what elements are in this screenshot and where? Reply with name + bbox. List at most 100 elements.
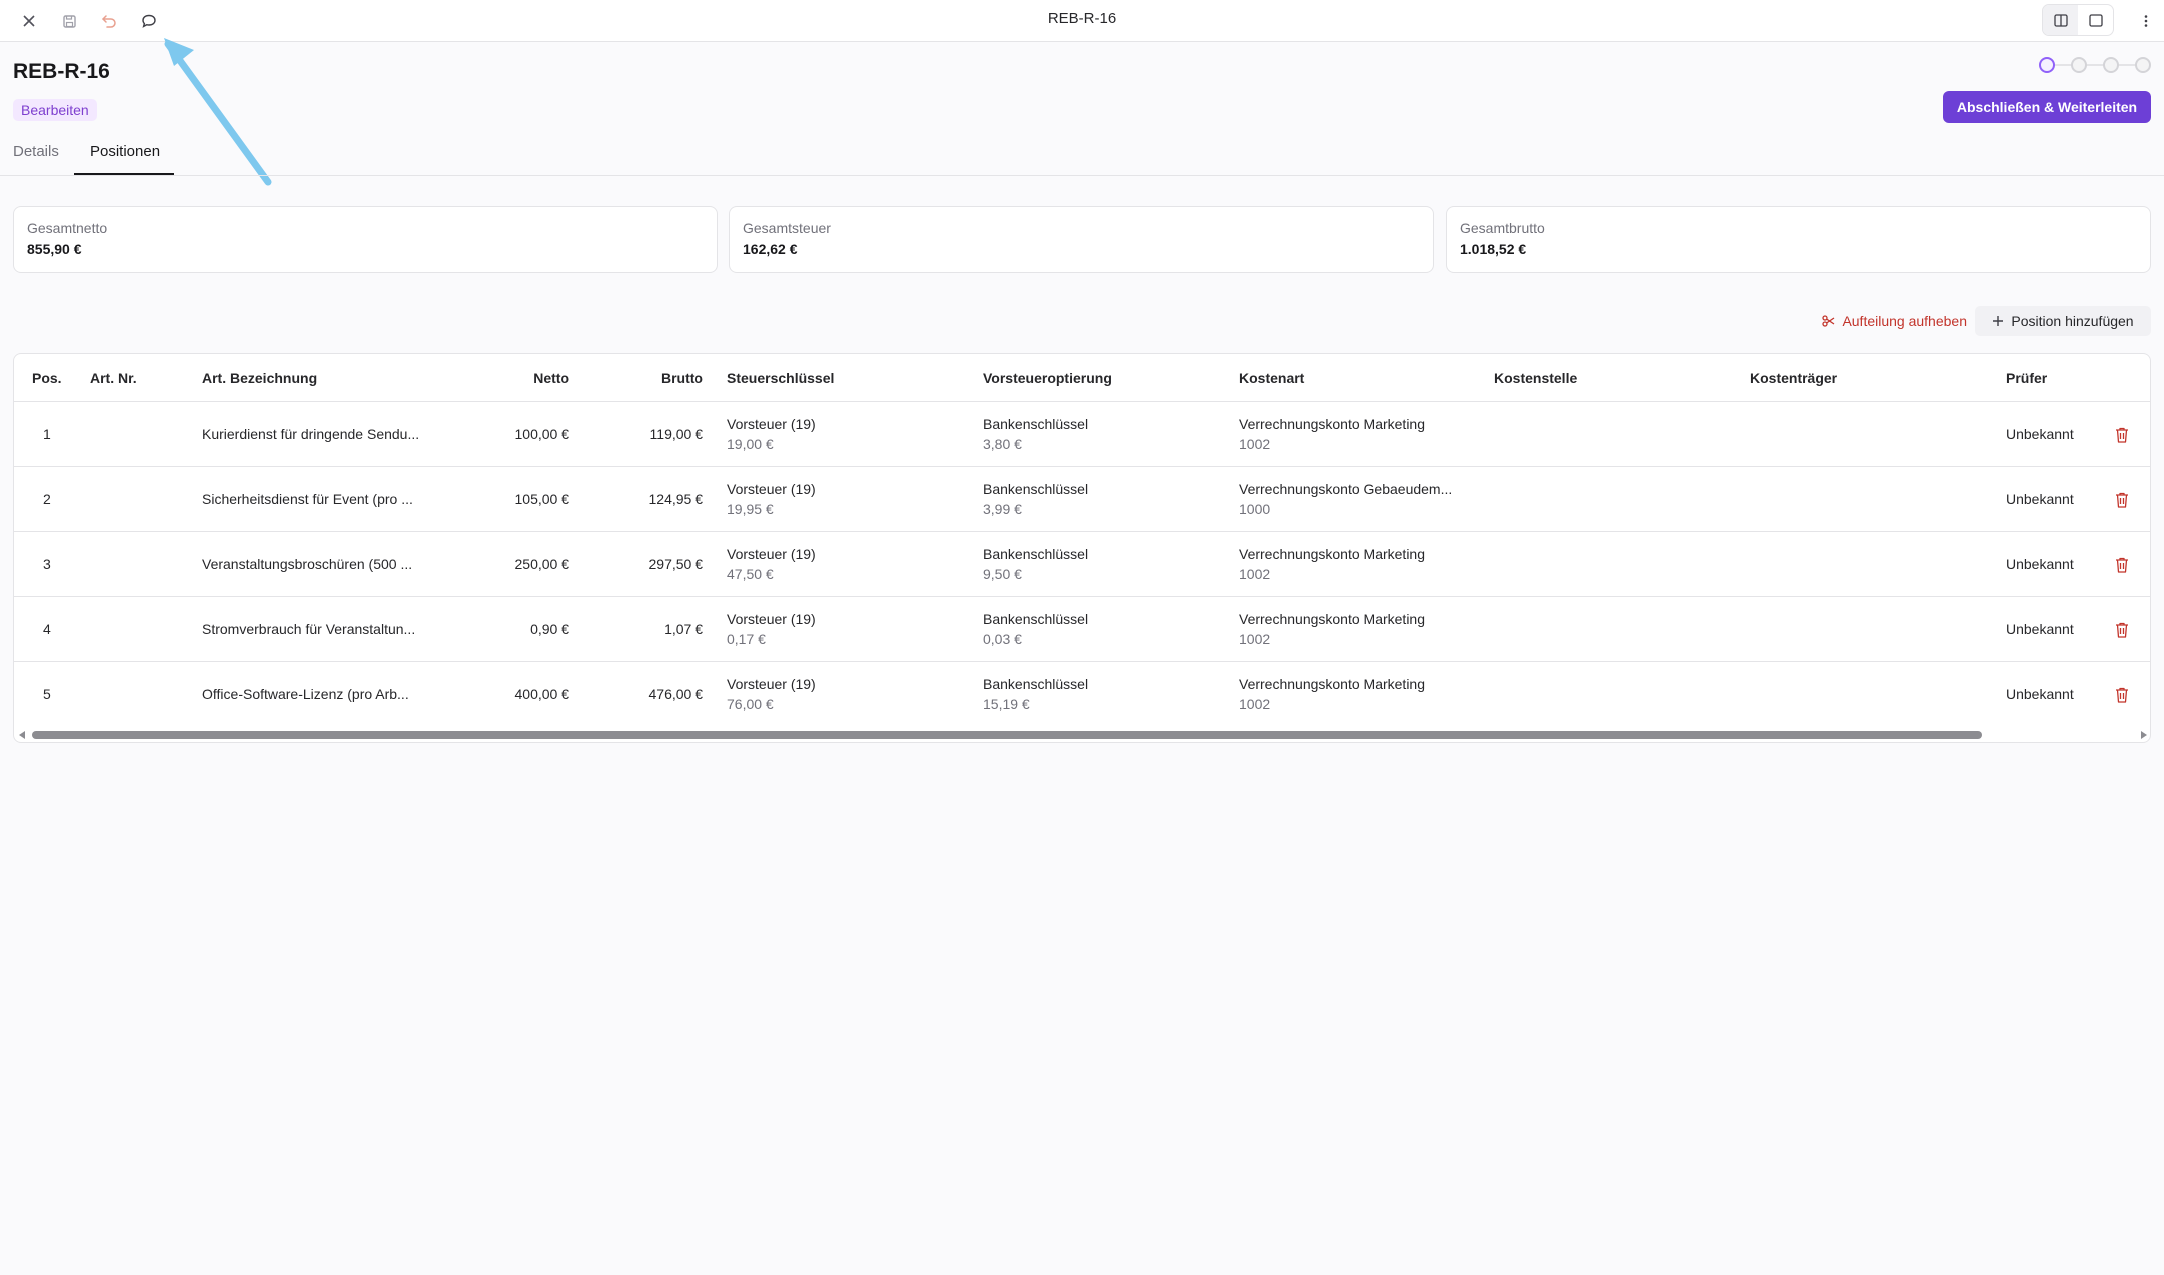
cell-vorsteueroptierung[interactable]: Bankenschlüssel 15,19 € xyxy=(983,676,1088,712)
table-row[interactable]: 3 Veranstaltungsbroschüren (500 ... 250,… xyxy=(14,532,2150,597)
cost-type-number: 1002 xyxy=(1239,631,1271,647)
cell-steuerschluessel[interactable]: Vorsteuer (19) 19,95 € xyxy=(727,481,816,517)
active-tab-indicator xyxy=(74,173,174,175)
tax-amount: 47,50 € xyxy=(727,566,774,582)
tax-key: Vorsteuer (19) xyxy=(727,416,816,432)
cell-kostenart[interactable]: Verrechnungskonto Marketing 1002 xyxy=(1239,546,1425,582)
input-tax-amount: 0,03 € xyxy=(983,631,1022,647)
cell-netto: 105,00 € xyxy=(514,491,570,507)
summary-card-gross: Gesamtbrutto 1.018,52 € xyxy=(1446,206,2151,273)
remove-split-button[interactable]: Aufteilung aufheben xyxy=(1822,306,1967,336)
scissors-icon xyxy=(1822,315,1835,327)
trash-icon[interactable] xyxy=(2114,556,2130,574)
cell-kostenart[interactable]: Verrechnungskonto Marketing 1002 xyxy=(1239,676,1425,712)
cell-vorsteueroptierung[interactable]: Bankenschlüssel 0,03 € xyxy=(983,611,1088,647)
col-vorsteueroptierung[interactable]: Vorsteueroptierung xyxy=(983,370,1112,386)
cell-pruefer[interactable]: Unbekannt xyxy=(2006,426,2074,442)
col-kostenstelle[interactable]: Kostenstelle xyxy=(1494,370,1577,386)
col-art-nr[interactable]: Art. Nr. xyxy=(90,370,137,386)
top-bar: REB-R-16 xyxy=(0,0,2164,42)
cell-pos: 3 xyxy=(43,556,51,572)
single-view-icon[interactable] xyxy=(2078,5,2113,35)
col-kostentraeger[interactable]: Kostenträger xyxy=(1750,370,1837,386)
input-tax-key: Bankenschlüssel xyxy=(983,481,1089,497)
table-row[interactable]: 1 Kurierdienst für dringende Sendu... 10… xyxy=(14,402,2150,467)
cell-steuerschluessel[interactable]: Vorsteuer (19) 19,00 € xyxy=(727,416,816,452)
page-title: REB-R-16 xyxy=(13,60,110,83)
summary-value: 855,90 € xyxy=(27,241,82,257)
trash-icon[interactable] xyxy=(2114,621,2130,639)
remove-split-label: Aufteilung aufheben xyxy=(1842,313,1967,329)
finish-forward-button[interactable]: Abschließen & Weiterleiten xyxy=(1943,91,2151,123)
cell-pruefer[interactable]: Unbekannt xyxy=(2006,556,2074,572)
cost-type: Verrechnungskonto Gebaeudem... xyxy=(1239,481,1453,497)
scroll-right-arrow[interactable] xyxy=(2141,731,2147,739)
cost-type-number: 1000 xyxy=(1239,501,1271,517)
tax-key: Vorsteuer (19) xyxy=(727,546,816,562)
col-pruefer[interactable]: Prüfer xyxy=(2006,370,2047,386)
cell-pos: 2 xyxy=(43,491,51,507)
tab-details[interactable]: Details xyxy=(13,143,59,160)
cell-brutto: 297,50 € xyxy=(648,556,704,572)
cell-steuerschluessel[interactable]: Vorsteuer (19) 0,17 € xyxy=(727,611,816,647)
table-row[interactable]: 4 Stromverbrauch für Veranstaltun... 0,9… xyxy=(14,597,2150,662)
cell-steuerschluessel[interactable]: Vorsteuer (19) 76,00 € xyxy=(727,676,816,712)
col-kostenart[interactable]: Kostenart xyxy=(1239,370,1304,386)
input-tax-amount: 3,99 € xyxy=(983,501,1022,517)
scroll-left-arrow[interactable] xyxy=(19,731,25,739)
add-position-button[interactable]: Position hinzufügen xyxy=(1975,306,2151,336)
cell-vorsteueroptierung[interactable]: Bankenschlüssel 3,80 € xyxy=(983,416,1088,452)
cell-pruefer[interactable]: Unbekannt xyxy=(2006,621,2074,637)
cell-kostenart[interactable]: Verrechnungskonto Marketing 1002 xyxy=(1239,611,1425,647)
cost-type: Verrechnungskonto Marketing xyxy=(1239,611,1425,627)
cell-netto: 250,00 € xyxy=(514,556,570,572)
tax-key: Vorsteuer (19) xyxy=(727,611,816,627)
tax-amount: 0,17 € xyxy=(727,631,766,647)
cell-steuerschluessel[interactable]: Vorsteuer (19) 47,50 € xyxy=(727,546,816,582)
step-2 xyxy=(2071,57,2087,73)
plus-icon xyxy=(1993,316,2004,326)
cost-type: Verrechnungskonto Marketing xyxy=(1239,676,1425,692)
input-tax-amount: 3,80 € xyxy=(983,436,1022,452)
col-bezeichnung[interactable]: Art. Bezeichnung xyxy=(202,370,317,386)
cell-vorsteueroptierung[interactable]: Bankenschlüssel 3,99 € xyxy=(983,481,1088,517)
summary-value: 1.018,52 € xyxy=(1460,241,1527,257)
tax-key: Vorsteuer (19) xyxy=(727,481,816,497)
col-brutto[interactable]: Brutto xyxy=(661,370,703,386)
cell-pruefer[interactable]: Unbekannt xyxy=(2006,491,2074,507)
more-icon[interactable] xyxy=(2134,9,2158,33)
trash-icon[interactable] xyxy=(2114,491,2130,509)
cell-pruefer[interactable]: Unbekannt xyxy=(2006,686,2074,702)
cost-type-number: 1002 xyxy=(1239,566,1271,582)
input-tax-key: Bankenschlüssel xyxy=(983,611,1089,627)
positions-table: Pos. Art. Nr. Art. Bezeichnung Netto Bru… xyxy=(13,353,2151,743)
col-pos[interactable]: Pos. xyxy=(32,370,62,386)
cell-kostenart[interactable]: Verrechnungskonto Marketing 1002 xyxy=(1239,416,1425,452)
summary-label: Gesamtbrutto xyxy=(1460,220,1545,236)
table-row[interactable]: 2 Sicherheitsdienst für Event (pro ... 1… xyxy=(14,467,2150,532)
cost-type-number: 1002 xyxy=(1239,436,1271,452)
cell-pos: 4 xyxy=(43,621,51,637)
cell-bezeichnung: Office-Software-Lizenz (pro Arb... xyxy=(202,686,409,702)
add-position-label: Position hinzufügen xyxy=(2011,313,2134,329)
cell-vorsteueroptierung[interactable]: Bankenschlüssel 9,50 € xyxy=(983,546,1088,582)
view-toggle[interactable] xyxy=(2042,4,2114,36)
col-steuerschluessel[interactable]: Steuerschlüssel xyxy=(727,370,834,386)
cell-bezeichnung: Kurierdienst für dringende Sendu... xyxy=(202,426,420,442)
scrollbar-thumb[interactable] xyxy=(32,731,1982,739)
tax-amount: 19,00 € xyxy=(727,436,774,452)
cell-kostenart[interactable]: Verrechnungskonto Gebaeudem... 1000 xyxy=(1239,481,1452,517)
summary-value: 162,62 € xyxy=(743,241,798,257)
table-row[interactable]: 5 Office-Software-Lizenz (pro Arb... 400… xyxy=(14,662,2150,726)
col-netto[interactable]: Netto xyxy=(533,370,569,386)
trash-icon[interactable] xyxy=(2114,686,2130,704)
split-view-icon[interactable] xyxy=(2043,5,2078,35)
tab-positionen[interactable]: Positionen xyxy=(90,143,160,160)
input-tax-key: Bankenschlüssel xyxy=(983,676,1089,692)
horizontal-scrollbar[interactable] xyxy=(14,728,2150,742)
summary-card-tax: Gesamtsteuer 162,62 € xyxy=(729,206,1434,273)
cell-netto: 100,00 € xyxy=(514,426,570,442)
window-title: REB-R-16 xyxy=(1047,10,1117,27)
cell-brutto: 1,07 € xyxy=(664,621,703,637)
trash-icon[interactable] xyxy=(2114,426,2130,444)
